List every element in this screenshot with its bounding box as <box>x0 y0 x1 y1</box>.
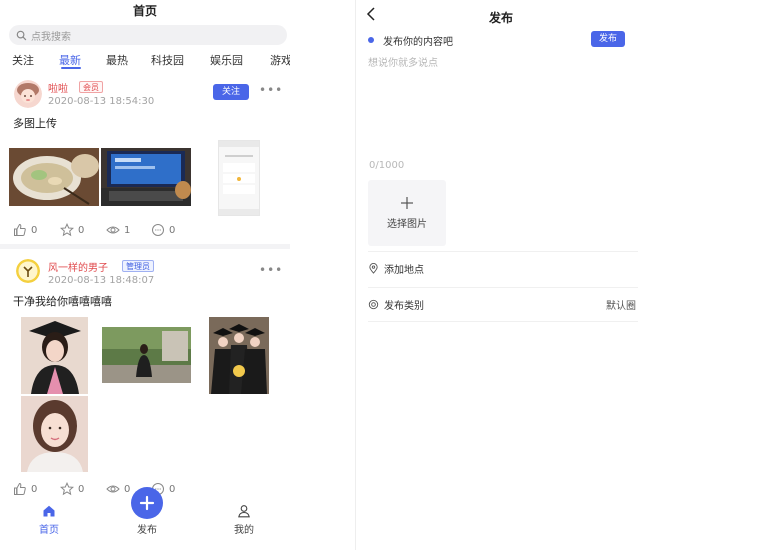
star-icon <box>60 482 74 496</box>
post-image[interactable] <box>21 317 88 394</box>
search-icon <box>16 30 27 40</box>
comment-count: 0 <box>169 483 176 495</box>
tab-latest[interactable]: 最新 <box>59 52 81 68</box>
comment-icon <box>152 224 164 236</box>
like-count: 0 <box>31 483 38 495</box>
post-image[interactable] <box>102 327 191 383</box>
eye-icon <box>106 485 120 493</box>
add-location-label: 添加地点 <box>384 265 424 276</box>
tab-follow[interactable]: 关注 <box>12 52 34 68</box>
post-time: 2020-08-13 18:48:07 <box>48 275 155 286</box>
tab-hot[interactable]: 最热 <box>106 52 128 68</box>
search-placeholder: 点我搜索 <box>31 31 71 43</box>
nav-home-label: 首页 <box>39 525 59 536</box>
tab-games[interactable]: 游戏 <box>270 52 290 68</box>
like-stat[interactable]: 0 <box>13 223 37 237</box>
star-icon <box>60 223 74 237</box>
nav-home[interactable]: 首页 <box>19 500 79 536</box>
nav-publish-label: 发布 <box>137 525 157 536</box>
post-image[interactable] <box>21 396 88 472</box>
post-time: 2020-08-13 18:54:30 <box>48 96 155 107</box>
publish-button[interactable]: 发布 <box>591 31 625 47</box>
like-count: 0 <box>31 224 38 236</box>
category-tabs: 关注 最新 最热 科技园 娱乐园 游戏 <box>0 52 290 72</box>
location-pin-icon <box>369 263 378 274</box>
category-row[interactable]: 发布类别 默认圈 <box>368 287 638 321</box>
category-value[interactable]: 默认圈 <box>606 297 636 312</box>
post-username[interactable]: 风一样的男子 <box>48 259 108 274</box>
more-icon[interactable]: ••• <box>259 263 283 277</box>
avatar[interactable] <box>14 80 42 108</box>
post-image[interactable] <box>101 148 191 206</box>
favorite-stat[interactable]: 0 <box>60 482 84 496</box>
views-count: 1 <box>124 224 131 236</box>
publish-fab-button[interactable] <box>131 487 163 519</box>
comment-stat[interactable]: 0 <box>151 223 175 237</box>
category-icon <box>368 299 379 310</box>
role-badge: 管理员 <box>122 260 154 272</box>
tab-tech[interactable]: 科技园 <box>151 52 184 68</box>
page-title: 首页 <box>132 4 157 18</box>
category-label: 发布类别 <box>384 301 424 312</box>
row-divider <box>368 321 638 322</box>
post-image[interactable] <box>209 317 269 394</box>
favorite-count: 0 <box>78 483 85 495</box>
like-stat[interactable]: 0 <box>13 482 37 496</box>
thumbs-up-icon <box>14 223 26 236</box>
post-image[interactable] <box>9 148 99 206</box>
active-tab-indicator <box>61 67 81 69</box>
add-location-row[interactable]: 添加地点 <box>368 251 638 285</box>
home-screen: 首页 点我搜索 关注 最新 最热 科技园 娱乐园 游戏 啦啦 会员 2020-0… <box>0 0 290 550</box>
comment-count: 0 <box>169 224 176 236</box>
post-divider <box>0 244 290 249</box>
post-card[interactable]: 风一样的男子 管理员 2020-08-13 18:48:07 ••• 干净我给你… <box>0 256 290 496</box>
more-icon[interactable]: ••• <box>259 83 283 97</box>
views-stat: 1 <box>106 223 130 237</box>
user-icon <box>238 505 250 518</box>
char-counter: 0/1000 <box>369 160 405 171</box>
home-icon <box>43 505 55 517</box>
favorite-count: 0 <box>78 224 85 236</box>
plus-icon <box>139 495 155 511</box>
publish-screen: 发布 发布你的内容吧 发布 0/1000 选择图片 添加地点 发布类别 默认圈 <box>355 0 645 550</box>
plus-icon <box>401 197 413 209</box>
views-stat: 0 <box>106 482 130 496</box>
favorite-stat[interactable]: 0 <box>60 223 84 237</box>
eye-icon <box>106 226 120 234</box>
views-count: 0 <box>124 483 131 495</box>
tab-entertainment[interactable]: 娱乐园 <box>210 52 243 68</box>
thumbs-up-icon <box>14 482 26 495</box>
search-bar[interactable]: 点我搜索 <box>9 25 287 45</box>
post-text: 多图上传 <box>13 117 57 130</box>
follow-button[interactable]: 关注 <box>213 84 249 100</box>
nav-mine[interactable]: 我的 <box>214 500 274 536</box>
post-card[interactable]: 啦啦 会员 2020-08-13 18:54:30 关注 ••• 多图上传 0 … <box>0 78 290 243</box>
choose-image-label: 选择图片 <box>387 219 427 230</box>
nav-mine-label: 我的 <box>234 525 254 536</box>
content-textarea[interactable] <box>368 54 628 154</box>
post-text: 干净我给你嘻嘻嘻嘻 <box>13 295 112 308</box>
post-username[interactable]: 啦啦 <box>48 80 68 95</box>
indicator-dot <box>368 37 374 43</box>
publish-hint: 发布你的内容吧 <box>383 37 453 48</box>
page-title: 发布 <box>488 11 513 25</box>
choose-image-button[interactable]: 选择图片 <box>368 180 446 246</box>
avatar[interactable] <box>16 259 40 283</box>
post-image[interactable] <box>218 140 260 216</box>
role-badge: 会员 <box>79 81 103 93</box>
